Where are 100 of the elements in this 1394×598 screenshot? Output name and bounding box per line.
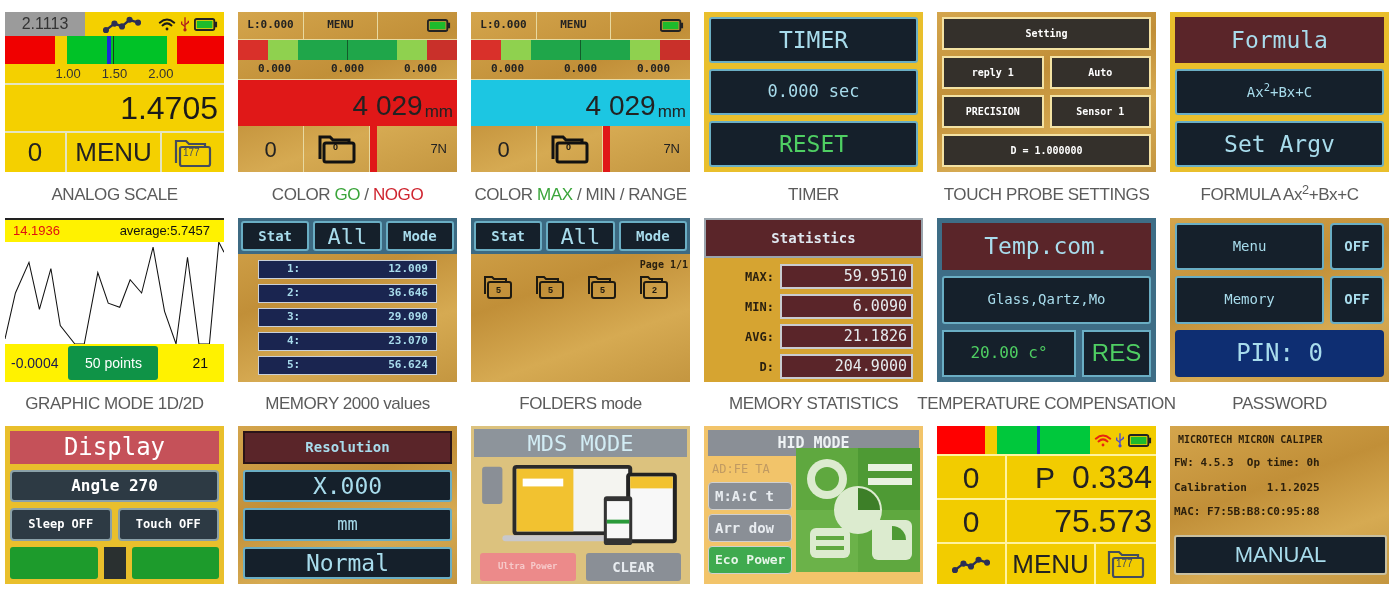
measured-value: 4 029 — [352, 92, 423, 120]
screen-button[interactable]: OFF — [1330, 223, 1384, 271]
screen-button[interactable]: Ax$^{2}$+Bx+C — [1175, 69, 1384, 115]
screen-button[interactable]: Resolution — [243, 431, 452, 464]
screen-button[interactable]: Formula — [1175, 17, 1384, 63]
screen-button[interactable]: PRECISION — [942, 95, 1044, 128]
graph-icon — [952, 555, 990, 573]
screen-button[interactable]: Temp.com. — [942, 223, 1151, 271]
folder-button[interactable]: 177 — [1096, 544, 1156, 584]
screen-button[interactable]: Sleep OFF — [10, 508, 112, 541]
limit-value: 0.000 — [563, 61, 598, 78]
stat-label: MIN: — [744, 298, 774, 316]
force-label: 7N — [429, 140, 448, 159]
screen-button[interactable]: Set Argv — [1175, 121, 1384, 167]
stat-label: AVG: — [744, 328, 774, 346]
screen-button[interactable]: OFF — [1330, 276, 1384, 324]
screen-button[interactable]: Normal — [243, 546, 452, 579]
screen-button[interactable]: Setting — [942, 17, 1151, 50]
screen-title: Statistics — [704, 218, 923, 258]
memory-index: 1: — [286, 261, 301, 278]
zero-button[interactable]: 0 — [471, 126, 537, 172]
folder-count: 0 — [566, 141, 571, 154]
screen-button[interactable]: D = 1.000000 — [942, 134, 1151, 167]
zero-button[interactable]: 0 — [5, 133, 67, 172]
header-button[interactable]: Mode — [618, 221, 687, 251]
folder-button[interactable]: 0 — [537, 126, 603, 172]
memory-row[interactable]: 5: 56.624 — [258, 356, 437, 375]
stat-value: 59.9510 — [780, 264, 913, 289]
zero-button[interactable]: 0 — [937, 500, 1007, 542]
screen-caption: MEMORY 2000 values — [265, 393, 430, 415]
manual-button[interactable]: MANUAL — [1174, 534, 1387, 575]
header-button[interactable]: Mode — [385, 221, 454, 251]
min-value: -0.0004 — [11, 353, 59, 373]
screen-caption: COLOR MAX / MIN / RANGE — [474, 184, 687, 206]
info-line: MICROTECH MICRON CALIPER — [1177, 433, 1324, 447]
stat-value: 204.9000 — [780, 354, 913, 379]
screen-button[interactable]: Sensor 1 — [1049, 95, 1151, 128]
limit-label: L:0.000 — [238, 12, 304, 39]
screen-caption: TIMER — [788, 184, 839, 206]
folder-count: 5 — [548, 284, 553, 297]
memory-row[interactable]: 2: 36.646 — [258, 284, 437, 303]
folder-count: 5 — [496, 284, 501, 297]
screen-button[interactable]: Glass,Qartz,Mo — [942, 276, 1151, 324]
screen-button[interactable]: PIN: 0 — [1175, 329, 1384, 377]
limit-value: 0.000 — [330, 61, 365, 78]
screen-button[interactable]: mm — [243, 508, 452, 541]
memory-value: 29.090 — [388, 309, 428, 326]
memory-index: 3: — [286, 309, 301, 326]
header-button[interactable]: All — [313, 221, 382, 251]
memory-row[interactable]: 3: 29.090 — [258, 308, 437, 327]
screen-button[interactable]: Auto — [1049, 56, 1151, 89]
header-button[interactable]: Stat — [241, 221, 310, 251]
force-label: 7N — [662, 140, 681, 159]
screen-button[interactable]: RESET — [709, 121, 918, 167]
screen-button[interactable]: Touch OFF — [117, 508, 219, 541]
screen-caption: ANALOG SCALE — [51, 184, 178, 206]
folder-button[interactable]: 5 — [535, 274, 565, 300]
folder-button[interactable]: 2 — [639, 274, 669, 300]
folder-button[interactable]: 5 — [587, 274, 617, 300]
folder-icon — [639, 274, 669, 300]
header-button[interactable]: Stat — [474, 221, 543, 251]
menu-button[interactable]: MENU — [304, 12, 378, 39]
stat-value: 6.0090 — [780, 294, 913, 319]
screen-button[interactable]: Display — [10, 431, 219, 464]
memory-row[interactable]: 4: 23.070 — [258, 332, 437, 351]
page-label: Page 1/1 — [639, 258, 689, 272]
memory-row[interactable]: 1: 12.009 — [258, 260, 437, 279]
folder-button[interactable]: 177 — [162, 133, 224, 172]
screen-caption: TEMPERATURE COMPENSATION — [917, 393, 1176, 415]
measured-value: 0.334 — [1071, 458, 1152, 497]
screen-button[interactable]: TIMER — [709, 17, 918, 63]
folder-button[interactable]: 0 — [304, 126, 370, 172]
menu-button[interactable]: MENU — [67, 133, 162, 172]
screen-button[interactable]: 20.00 c° — [942, 329, 1076, 377]
count-value: 21 — [192, 353, 209, 373]
scale-label: 2.00 — [148, 64, 174, 83]
screen-button[interactable]: Memory — [1175, 276, 1324, 324]
screen-caption: MEMORY STATISTICS — [728, 393, 899, 415]
reading-display: 2.1113 — [5, 12, 85, 36]
menu-button[interactable]: MENU — [1007, 544, 1096, 584]
memory-value: 12.009 — [388, 261, 428, 278]
limit-value: 0.000 — [403, 61, 438, 78]
folder-button[interactable]: 5 — [483, 274, 513, 300]
graph-icon — [102, 15, 141, 33]
points-button[interactable]: 50 points — [68, 346, 159, 380]
zero-button[interactable]: 0 — [238, 126, 304, 172]
limit-label: L:0.000 — [471, 12, 537, 39]
screen-title: MDS MODE — [474, 429, 687, 457]
screen-button[interactable]: X.000 — [243, 469, 452, 502]
info-line: Calibration 1.1.2025 — [1174, 479, 1321, 496]
screen-button[interactable]: RES — [1082, 329, 1151, 377]
screen-button[interactable]: Menu — [1175, 223, 1324, 271]
header-button[interactable]: All — [546, 221, 615, 251]
menu-button[interactable]: MENU — [537, 12, 611, 39]
limit-marker — [603, 126, 610, 172]
screen-button[interactable]: 0.000 sec — [709, 69, 918, 115]
screen-caption: FORMULA Ax$^{2}$+Bx+C — [1200, 184, 1359, 206]
screen-button[interactable]: Angle 270 — [10, 469, 219, 502]
zero-button[interactable]: 0 — [937, 456, 1007, 498]
screen-button[interactable]: reply 1 — [942, 56, 1044, 89]
